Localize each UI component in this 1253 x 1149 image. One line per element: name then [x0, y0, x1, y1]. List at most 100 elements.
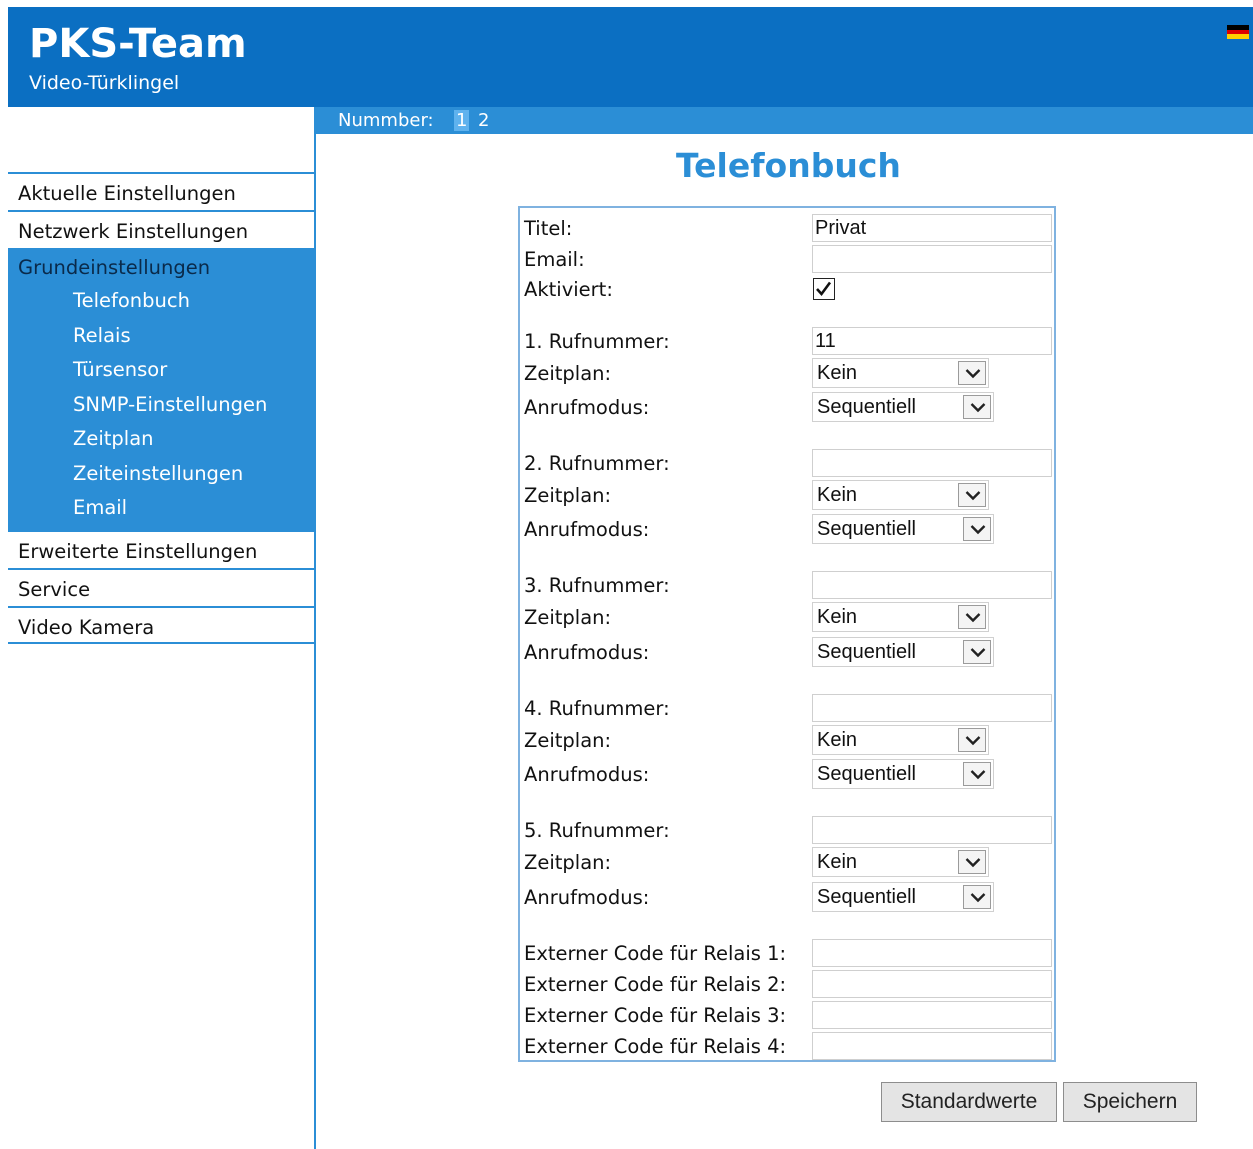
anrufmodus-2-select[interactable]: Sequentiell — [812, 514, 994, 544]
form-row-relais-1: Externer Code für Relais 1: — [524, 937, 1052, 967]
chevron-down-icon[interactable] — [963, 517, 991, 541]
relais-1-label: Externer Code für Relais 1: — [524, 942, 787, 965]
zeitplan-1-select[interactable]: Kein — [812, 358, 989, 388]
anrufmodus-1-label: Anrufmodus: — [524, 396, 650, 419]
anrufmodus-5-select[interactable]: Sequentiell — [812, 882, 994, 912]
zeitplan-3-label: Zeitplan: — [524, 606, 612, 629]
anrufmodus-4-select[interactable]: Sequentiell — [812, 759, 994, 789]
anrufmodus-3-value: Sequentiell — [817, 641, 916, 663]
zeitplan-2-select[interactable]: Kein — [812, 480, 989, 510]
sidebar-item-netzwerk-einstellungen[interactable]: Netzwerk Einstellungen — [8, 210, 314, 248]
standardwerte-button[interactable]: Standardwerte — [881, 1082, 1057, 1122]
zeitplan-5-select[interactable]: Kein — [812, 847, 989, 877]
form-row-relais-2: Externer Code für Relais 2: — [524, 968, 1052, 998]
sidebar-subitem-snmp-einstellungen[interactable]: SNMP-Einstellungen — [8, 388, 314, 423]
sidebar-subitem-zeiteinstellungen[interactable]: Zeiteinstellungen — [8, 457, 314, 492]
number-link-1[interactable]: 1 — [454, 110, 470, 131]
form-row-anrufmodus-4: Anrufmodus: Sequentiell — [524, 758, 1052, 789]
chevron-down-icon[interactable] — [958, 361, 986, 385]
zeitplan-2-label: Zeitplan: — [524, 484, 612, 507]
email-input[interactable] — [812, 245, 1052, 273]
aktiviert-label: Aktiviert: — [524, 278, 613, 301]
app-title: PKS-Team — [29, 21, 247, 67]
sidebar-item-aktuelle-einstellungen[interactable]: Aktuelle Einstellungen — [8, 172, 314, 210]
rufnummer-4-input[interactable] — [812, 694, 1052, 722]
relais-3-label: Externer Code für Relais 3: — [524, 1004, 787, 1027]
relais-4-input[interactable] — [812, 1032, 1052, 1060]
rufnummer-4-label: 4. Rufnummer: — [524, 697, 670, 720]
chevron-down-icon[interactable] — [958, 728, 986, 752]
zeitplan-1-label: Zeitplan: — [524, 362, 612, 385]
zeitplan-5-label: Zeitplan: — [524, 851, 612, 874]
anrufmodus-3-label: Anrufmodus: — [524, 641, 650, 664]
email-label: Email: — [524, 248, 585, 271]
german-flag-icon[interactable] — [1227, 25, 1249, 40]
form-row-zeitplan-2: Zeitplan: Kein — [524, 479, 1052, 510]
rufnummer-3-label: 3. Rufnummer: — [524, 574, 670, 597]
form-row-anrufmodus-5: Anrufmodus: Sequentiell — [524, 881, 1052, 912]
chevron-down-icon[interactable] — [963, 640, 991, 664]
form-row-anrufmodus-2: Anrufmodus: Sequentiell — [524, 513, 1052, 544]
form-row-relais-4: Externer Code für Relais 4: — [524, 1030, 1052, 1060]
anrufmodus-2-label: Anrufmodus: — [524, 518, 650, 541]
sidebar-subitem-email[interactable]: Email — [8, 491, 314, 526]
sidebar-item-video-kamera[interactable]: Video Kamera — [8, 605, 314, 644]
form-row-aktiviert: Aktiviert: — [524, 273, 1052, 303]
sidebar-item-erweiterte-einstellungen[interactable]: Erweiterte Einstellungen — [8, 529, 314, 568]
sidebar-item-grundeinstellungen[interactable]: Grundeinstellungen — [8, 250, 314, 284]
app-header: PKS-Team Video-Türklingel — [8, 7, 1253, 107]
sidebar-nav: Aktuelle Einstellungen Netzwerk Einstell… — [8, 172, 314, 644]
phonebook-form: Titel: Privat Email: Aktiviert: 1. Rufnu… — [518, 206, 1056, 1062]
relais-2-label: Externer Code für Relais 2: — [524, 973, 787, 996]
rufnummer-2-input[interactable] — [812, 449, 1052, 477]
anrufmodus-1-select[interactable]: Sequentiell — [812, 392, 994, 422]
form-row-zeitplan-5: Zeitplan: Kein — [524, 846, 1052, 877]
relais-2-input[interactable] — [812, 970, 1052, 998]
form-row-zeitplan-4: Zeitplan: Kein — [524, 724, 1052, 755]
form-row-rufnummer-2: 2. Rufnummer: — [524, 447, 1052, 477]
sidebar-group-grundeinstellungen: Grundeinstellungen Telefonbuch Relais Tü… — [8, 248, 314, 530]
chevron-down-icon[interactable] — [958, 605, 986, 629]
zeitplan-3-value: Kein — [817, 606, 858, 628]
anrufmodus-3-select[interactable]: Sequentiell — [812, 637, 994, 667]
zeitplan-3-select[interactable]: Kein — [812, 602, 989, 632]
checkmark-icon — [816, 281, 832, 297]
anrufmodus-2-value: Sequentiell — [817, 518, 916, 540]
form-row-zeitplan-3: Zeitplan: Kein — [524, 601, 1052, 632]
form-row-rufnummer-1: 1. Rufnummer: 11 — [524, 325, 1052, 355]
sidebar-subitem-telefonbuch[interactable]: Telefonbuch — [8, 284, 314, 319]
relais-3-input[interactable] — [812, 1001, 1052, 1029]
form-row-anrufmodus-1: Anrufmodus: Sequentiell — [524, 391, 1052, 422]
number-link-2[interactable]: 2 — [476, 110, 491, 131]
number-bar-label: Nummber: — [338, 110, 434, 131]
form-row-relais-3: Externer Code für Relais 3: — [524, 999, 1052, 1029]
speichern-button[interactable]: Speichern — [1063, 1082, 1197, 1122]
form-row-zeitplan-1: Zeitplan: Kein — [524, 357, 1052, 388]
chevron-down-icon[interactable] — [958, 483, 986, 507]
rufnummer-3-input[interactable] — [812, 571, 1052, 599]
chevron-down-icon[interactable] — [963, 885, 991, 909]
titel-input[interactable]: Privat — [812, 214, 1052, 242]
sidebar-subitem-relais[interactable]: Relais — [8, 319, 314, 354]
form-row-rufnummer-3: 3. Rufnummer: — [524, 569, 1052, 599]
titel-label: Titel: — [524, 217, 573, 240]
zeitplan-4-select[interactable]: Kein — [812, 725, 989, 755]
rufnummer-5-input[interactable] — [812, 816, 1052, 844]
form-row-rufnummer-5: 5. Rufnummer: — [524, 814, 1052, 844]
sidebar-item-service[interactable]: Service — [8, 567, 314, 606]
sidebar-subitem-zeitplan[interactable]: Zeitplan — [8, 422, 314, 457]
chevron-down-icon[interactable] — [963, 395, 991, 419]
chevron-down-icon[interactable] — [963, 762, 991, 786]
anrufmodus-4-label: Anrufmodus: — [524, 763, 650, 786]
relais-1-input[interactable] — [812, 939, 1052, 967]
aktiviert-checkbox[interactable] — [813, 278, 835, 300]
page-title: Telefonbuch — [676, 146, 901, 185]
rufnummer-1-input[interactable]: 11 — [812, 327, 1052, 355]
sidebar-subitem-tuersensor[interactable]: Türsensor — [8, 353, 314, 388]
form-row-anrufmodus-3: Anrufmodus: Sequentiell — [524, 636, 1052, 667]
zeitplan-4-value: Kein — [817, 729, 858, 751]
zeitplan-4-label: Zeitplan: — [524, 729, 612, 752]
chevron-down-icon[interactable] — [958, 850, 986, 874]
form-row-titel: Titel: Privat — [524, 212, 1052, 242]
anrufmodus-5-value: Sequentiell — [817, 886, 916, 908]
